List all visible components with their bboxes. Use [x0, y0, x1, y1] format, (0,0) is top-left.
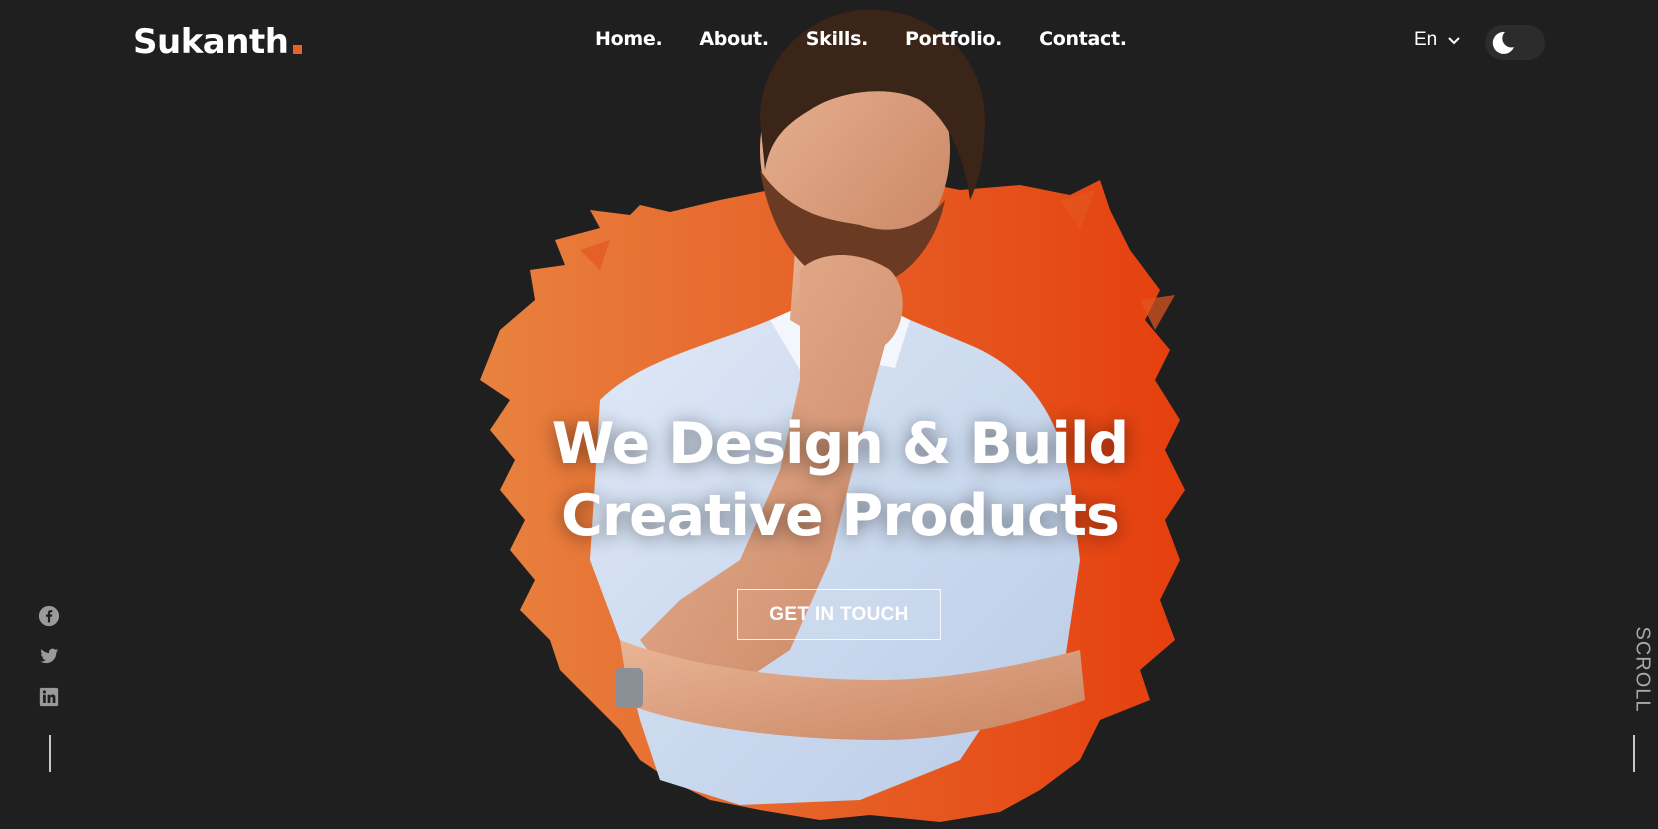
main-nav: Home. About. Skills. Portfolio. Contact.	[595, 28, 1127, 50]
facebook-link[interactable]	[38, 605, 62, 629]
nav-home[interactable]: Home.	[595, 28, 663, 50]
landing-page: Sukanth Home. About. Skills. Portfolio. …	[0, 0, 1658, 829]
chevron-down-icon	[1448, 37, 1460, 45]
nav-contact[interactable]: Contact.	[1039, 28, 1127, 50]
language-selected: En	[1414, 29, 1438, 50]
headline-line-1: We Design & Build	[551, 411, 1129, 477]
logo-accent-dot	[293, 45, 303, 54]
nav-about[interactable]: About.	[699, 28, 769, 50]
linkedin-link[interactable]	[38, 686, 62, 710]
social-divider-line	[49, 735, 51, 772]
scroll-indicator-line	[1633, 735, 1635, 772]
brand-logo[interactable]: Sukanth	[133, 18, 303, 62]
moon-icon	[1492, 31, 1514, 54]
twitter-link[interactable]	[38, 645, 62, 669]
theme-toggle[interactable]	[1485, 25, 1545, 60]
twitter-icon	[40, 648, 59, 664]
language-selector[interactable]: En	[1414, 29, 1461, 51]
nav-skills[interactable]: Skills.	[806, 28, 869, 50]
scroll-label[interactable]: SCROLL	[1631, 620, 1654, 720]
linkedin-icon	[39, 687, 59, 707]
nav-portfolio[interactable]: Portfolio.	[905, 28, 1002, 50]
headline-line-2: Creative Products	[561, 483, 1120, 549]
hero-headline: We Design & Build Creative Products	[490, 408, 1190, 552]
get-in-touch-button[interactable]: GET IN TOUCH	[737, 589, 941, 640]
facebook-icon	[38, 605, 60, 627]
brand-name: Sukanth	[133, 22, 289, 62]
